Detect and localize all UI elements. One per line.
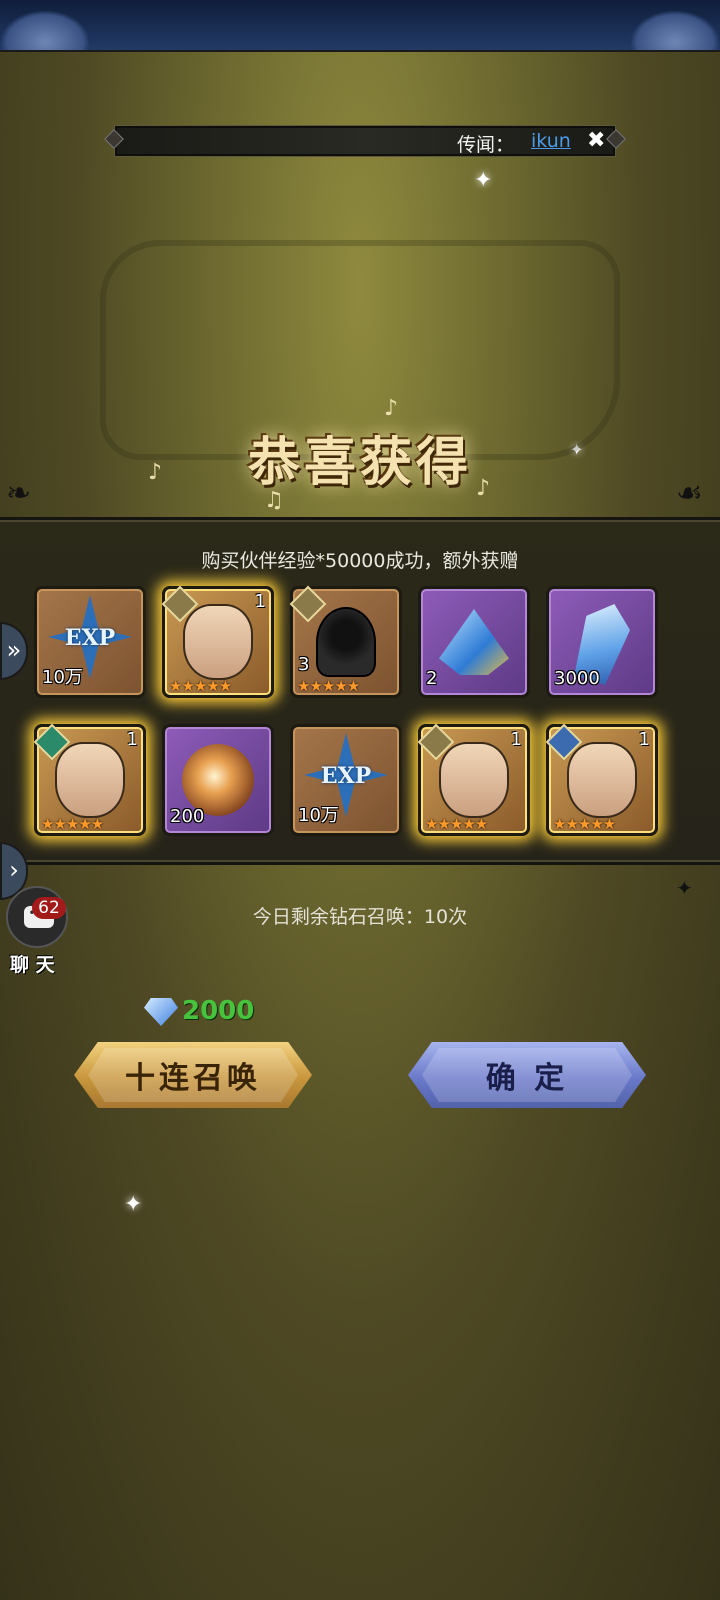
item-quantity: 10万 bbox=[298, 805, 339, 826]
hero-portrait bbox=[55, 742, 125, 818]
sparkle-icon: ✦ bbox=[474, 168, 493, 193]
reward-item-hero[interactable]: 1 ★★★★★ bbox=[161, 585, 274, 698]
ten-summon-label: 十连召唤 bbox=[125, 1061, 261, 1096]
confirm-label: 确 定 bbox=[485, 1061, 569, 1096]
blue-gem-icon bbox=[439, 609, 509, 675]
diamond-icon bbox=[144, 998, 178, 1026]
close-icon[interactable]: ✖ bbox=[587, 128, 605, 153]
page-title: 恭喜获得 bbox=[247, 432, 472, 493]
reward-item-orb[interactable]: 200 bbox=[162, 724, 274, 836]
ticker-cap bbox=[104, 129, 124, 149]
corner-ornament: ✦ bbox=[676, 876, 693, 900]
hero-portrait bbox=[567, 742, 637, 818]
reward-item-crystal[interactable]: 3000 bbox=[546, 586, 658, 698]
confirm-button[interactable]: 确 定 bbox=[408, 1042, 646, 1108]
diamond-cost: 2000 bbox=[182, 996, 255, 1026]
star-rating: ★★★★★ bbox=[41, 815, 104, 833]
reward-item-gem[interactable]: 2 bbox=[418, 586, 530, 698]
star-rating: ★★★★★ bbox=[169, 677, 232, 695]
sparkle-icon: ✦ bbox=[124, 1192, 143, 1217]
star-rating: ★★★★★ bbox=[297, 677, 360, 695]
news-ticker: 传闻： ikun ✖ bbox=[104, 126, 626, 156]
corner-ornament: ☙ bbox=[676, 476, 703, 511]
purchase-message: 购买伙伴经验*50000成功，额外获赠 bbox=[201, 550, 519, 572]
cloud-decoration bbox=[0, 10, 90, 50]
item-count: 1 bbox=[638, 729, 650, 750]
reward-item-hero[interactable]: 1 ★★★★★ bbox=[545, 723, 658, 836]
item-quantity: 2 bbox=[426, 668, 438, 689]
news-label: 传闻： bbox=[457, 134, 515, 156]
top-bar bbox=[0, 0, 720, 52]
star-rating: ★★★★★ bbox=[425, 815, 488, 833]
item-quantity: 200 bbox=[170, 806, 205, 827]
item-count: 1 bbox=[510, 729, 522, 750]
ten-summon-button[interactable]: 十连召唤 bbox=[74, 1042, 312, 1108]
item-count: 1 bbox=[126, 729, 138, 750]
item-quantity: 3 bbox=[298, 654, 310, 675]
reward-item-hero[interactable]: 1 ★★★★★ bbox=[417, 723, 530, 836]
cloud-decoration bbox=[630, 10, 720, 50]
remaining-summons-text: 今日剩余钻石召唤：10次 bbox=[252, 906, 468, 928]
hooded-figure-icon bbox=[316, 607, 376, 677]
item-quantity: 10万 bbox=[42, 667, 83, 688]
reward-panel: 购买伙伴经验*50000成功，额外获赠 EXP 10万 1 ★★★★★ 3 ★★… bbox=[0, 517, 720, 865]
ticker-cap bbox=[606, 129, 626, 149]
reward-item-exp[interactable]: EXP 10万 bbox=[34, 586, 146, 698]
star-rating: ★★★★★ bbox=[553, 815, 616, 833]
music-note-icon: ♪ bbox=[384, 396, 399, 421]
item-quantity: 3000 bbox=[554, 668, 600, 689]
chat-label: 聊 天 bbox=[10, 954, 55, 976]
corner-ornament: ❧ bbox=[6, 476, 32, 511]
item-count: 1 bbox=[254, 591, 266, 612]
reward-item-shard[interactable]: 3 ★★★★★ bbox=[289, 585, 402, 698]
hero-portrait bbox=[439, 742, 509, 818]
reward-item-hero[interactable]: 1 ★★★★★ bbox=[33, 723, 146, 836]
reward-item-exp[interactable]: EXP 10万 bbox=[290, 724, 402, 836]
hero-portrait bbox=[183, 604, 253, 680]
news-player-link[interactable]: ikun bbox=[531, 130, 571, 152]
